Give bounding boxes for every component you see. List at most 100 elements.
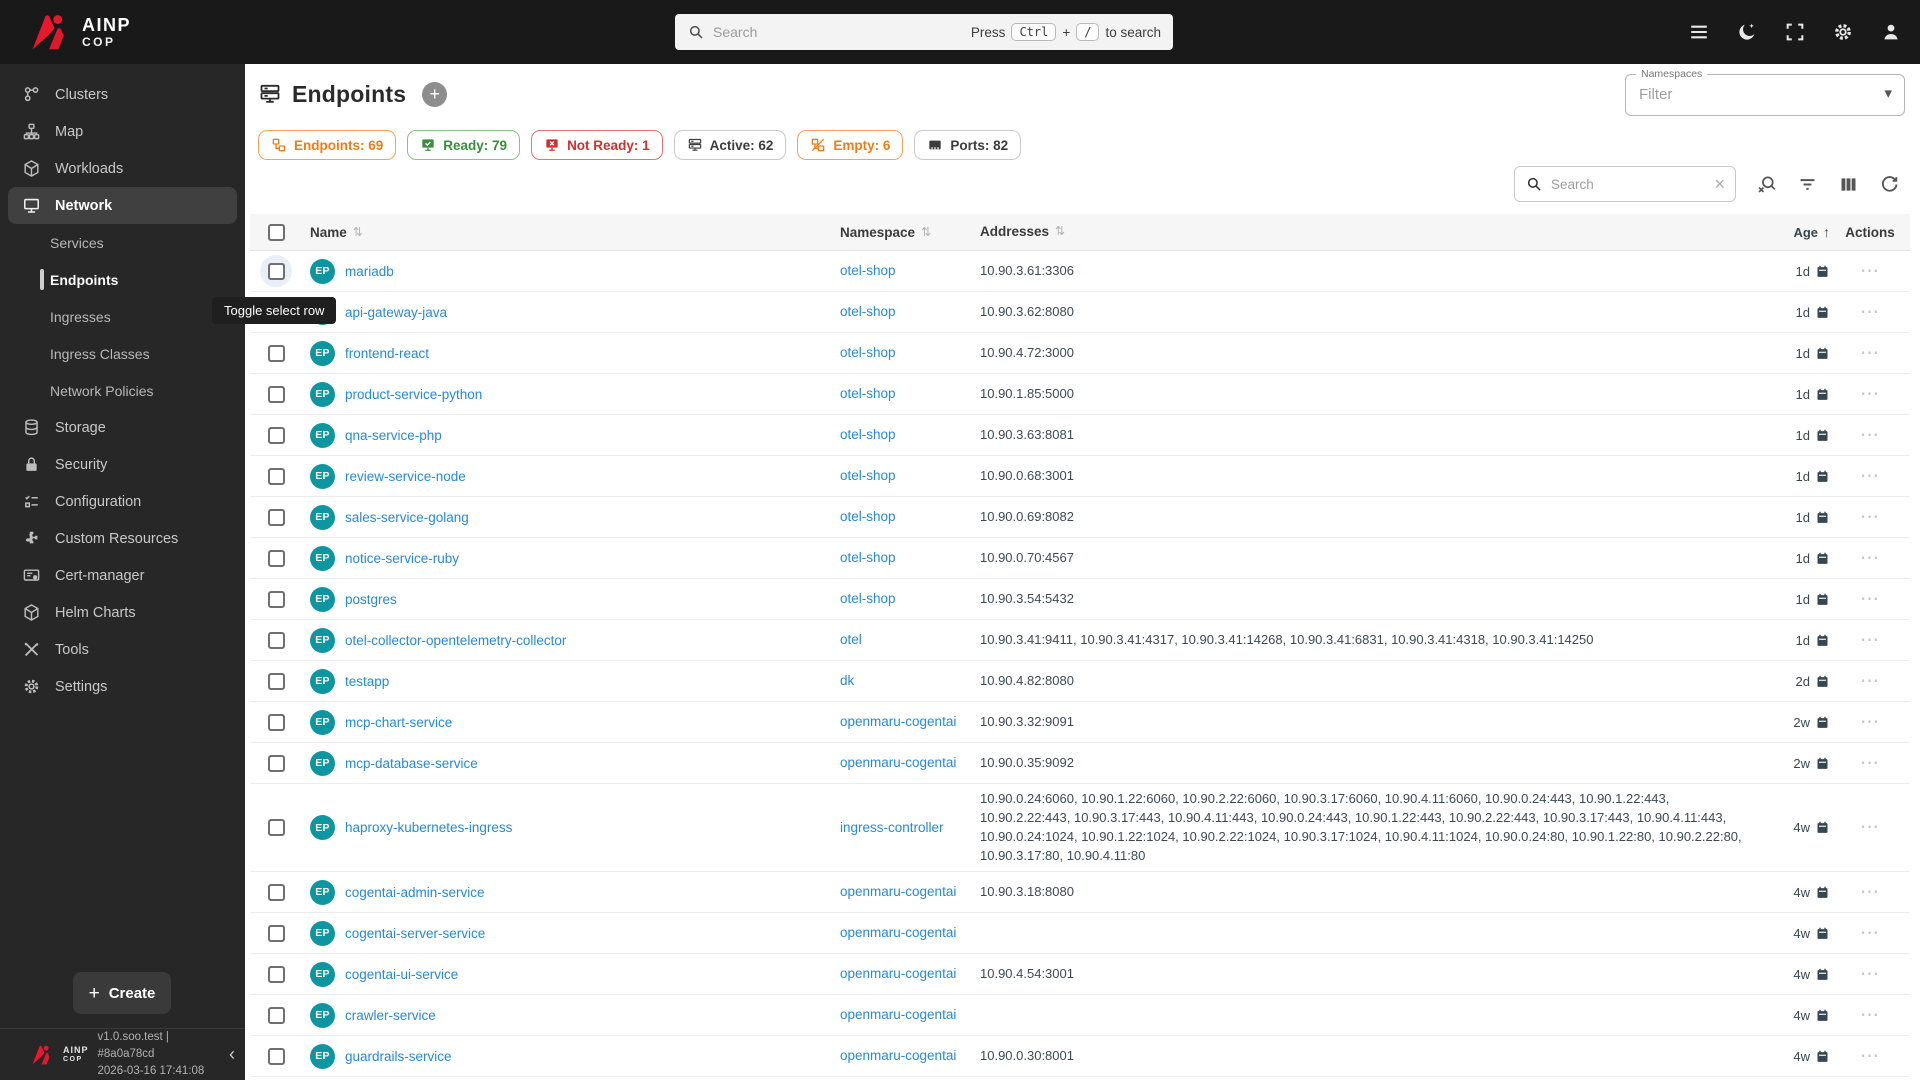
- namespace-link[interactable]: otel-shop: [840, 591, 896, 606]
- endpoint-name-link[interactable]: haproxy-kubernetes-ingress: [345, 820, 512, 835]
- endpoint-name-link[interactable]: crawler-service: [345, 1008, 436, 1023]
- row-checkbox[interactable]: [268, 427, 285, 444]
- row-checkbox[interactable]: [268, 1007, 285, 1024]
- row-checkbox[interactable]: [268, 966, 285, 983]
- namespace-link[interactable]: openmaru-cogentai: [840, 966, 956, 981]
- table-row[interactable]: EP notice-service-ruby otel-shop 10.90.0…: [250, 538, 1910, 579]
- dark-mode-icon[interactable]: [1736, 21, 1758, 43]
- table-row[interactable]: EP sales-service-golang otel-shop 10.90.…: [250, 497, 1910, 538]
- settings-gear-icon[interactable]: [1832, 21, 1854, 43]
- row-checkbox[interactable]: [268, 509, 285, 526]
- row-actions-menu-icon[interactable]: ⋯: [1860, 508, 1880, 527]
- endpoint-name-link[interactable]: testapp: [345, 674, 389, 689]
- endpoint-name-link[interactable]: otel-collector-opentelemetry-collector: [345, 633, 566, 648]
- row-checkbox[interactable]: [268, 755, 285, 772]
- table-search[interactable]: ×: [1514, 166, 1736, 202]
- namespaces-filter-select[interactable]: Namespaces Filter ▾: [1625, 74, 1905, 116]
- sidebar-item-tools[interactable]: Tools: [0, 631, 245, 668]
- row-checkbox[interactable]: [268, 386, 285, 403]
- row-actions-menu-icon[interactable]: ⋯: [1860, 590, 1880, 609]
- column-header-age[interactable]: Age↑: [1764, 224, 1830, 240]
- row-actions-menu-icon[interactable]: ⋯: [1860, 344, 1880, 363]
- row-actions-menu-icon[interactable]: ⋯: [1860, 818, 1880, 837]
- sidebar-item-workloads[interactable]: Workloads: [0, 150, 245, 187]
- row-checkbox[interactable]: [268, 925, 285, 942]
- namespace-link[interactable]: dk: [840, 673, 854, 688]
- row-checkbox[interactable]: [268, 714, 285, 731]
- table-row[interactable]: EP qna-service-php otel-shop 10.90.3.63:…: [250, 415, 1910, 456]
- namespace-link[interactable]: openmaru-cogentai: [840, 755, 956, 770]
- table-row[interactable]: EP review-service-node otel-shop 10.90.0…: [250, 456, 1910, 497]
- table-row[interactable]: EP haproxy-kubernetes-ingress ingress-co…: [250, 784, 1910, 872]
- advanced-search-icon[interactable]: [1756, 174, 1777, 195]
- row-checkbox[interactable]: [268, 550, 285, 567]
- table-row[interactable]: EP cogentai-server-service openmaru-coge…: [250, 913, 1910, 954]
- columns-icon[interactable]: [1838, 174, 1859, 195]
- row-checkbox[interactable]: [268, 263, 285, 280]
- sidebar-item-storage[interactable]: Storage: [0, 409, 245, 446]
- column-header-addresses[interactable]: Addresses⇅: [964, 222, 1764, 242]
- sidebar-item-configuration[interactable]: Configuration: [0, 483, 245, 520]
- global-search[interactable]: Press Ctrl + / to search: [675, 14, 1173, 50]
- endpoint-name-link[interactable]: mcp-database-service: [345, 756, 478, 771]
- sort-ascending-icon[interactable]: ↑: [1823, 224, 1830, 240]
- column-header-namespace[interactable]: Namespace⇅: [824, 225, 964, 240]
- namespace-link[interactable]: otel-shop: [840, 427, 896, 442]
- row-actions-menu-icon[interactable]: ⋯: [1860, 426, 1880, 445]
- namespace-link[interactable]: otel-shop: [840, 345, 896, 360]
- row-checkbox[interactable]: [268, 884, 285, 901]
- user-avatar-icon[interactable]: [1880, 21, 1902, 43]
- table-row[interactable]: EP frontend-react otel-shop 10.90.4.72:3…: [250, 333, 1910, 374]
- select-all-checkbox[interactable]: [268, 224, 285, 241]
- row-actions-menu-icon[interactable]: ⋯: [1860, 1006, 1880, 1025]
- table-row[interactable]: EP mcp-chart-service openmaru-cogentai 1…: [250, 702, 1910, 743]
- table-row[interactable]: EP postgres otel-shop 10.90.3.54:5432 1d…: [250, 579, 1910, 620]
- global-search-input[interactable]: [713, 24, 963, 40]
- sidebar-item-network-policies[interactable]: Network Policies: [0, 372, 245, 409]
- row-actions-menu-icon[interactable]: ⋯: [1860, 303, 1880, 322]
- endpoint-name-link[interactable]: review-service-node: [345, 469, 466, 484]
- sort-icon[interactable]: ⇅: [1055, 223, 1065, 240]
- endpoint-name-link[interactable]: mcp-chart-service: [345, 715, 452, 730]
- namespace-link[interactable]: otel-shop: [840, 550, 896, 565]
- sort-icon[interactable]: ⇅: [921, 225, 931, 239]
- row-actions-menu-icon[interactable]: ⋯: [1860, 262, 1880, 281]
- namespace-link[interactable]: openmaru-cogentai: [840, 1048, 956, 1063]
- row-actions-menu-icon[interactable]: ⋯: [1860, 924, 1880, 943]
- namespace-link[interactable]: otel-shop: [840, 386, 896, 401]
- row-checkbox[interactable]: [268, 591, 285, 608]
- endpoint-name-link[interactable]: cogentai-server-service: [345, 926, 485, 941]
- sort-icon[interactable]: ⇅: [353, 225, 363, 239]
- table-row[interactable]: EP cogentai-ui-service openmaru-cogentai…: [250, 954, 1910, 995]
- clear-search-icon[interactable]: ×: [1714, 175, 1725, 193]
- row-actions-menu-icon[interactable]: ⋯: [1860, 549, 1880, 568]
- row-actions-menu-icon[interactable]: ⋯: [1860, 385, 1880, 404]
- row-actions-menu-icon[interactable]: ⋯: [1860, 631, 1880, 650]
- refresh-icon[interactable]: [1879, 174, 1900, 195]
- table-row[interactable]: EP mcp-database-service openmaru-cogenta…: [250, 743, 1910, 784]
- endpoint-name-link[interactable]: qna-service-php: [345, 428, 442, 443]
- row-actions-menu-icon[interactable]: ⋯: [1860, 754, 1880, 773]
- create-button[interactable]: + Create: [73, 972, 171, 1014]
- endpoint-name-link[interactable]: mariadb: [345, 264, 394, 279]
- namespace-link[interactable]: openmaru-cogentai: [840, 714, 956, 729]
- sidebar-item-ingresses[interactable]: Ingresses: [0, 298, 245, 335]
- table-row[interactable]: EP otel-collector-opentelemetry-collecto…: [250, 620, 1910, 661]
- namespace-link[interactable]: openmaru-cogentai: [840, 1007, 956, 1022]
- endpoint-name-link[interactable]: api-gateway-java: [345, 305, 447, 320]
- row-actions-menu-icon[interactable]: ⋯: [1860, 1047, 1880, 1066]
- row-actions-menu-icon[interactable]: ⋯: [1860, 883, 1880, 902]
- row-checkbox[interactable]: [268, 1048, 285, 1065]
- row-actions-menu-icon[interactable]: ⋯: [1860, 467, 1880, 486]
- table-row[interactable]: EP product-service-python otel-shop 10.9…: [250, 374, 1910, 415]
- endpoint-name-link[interactable]: product-service-python: [345, 387, 482, 402]
- namespace-link[interactable]: ingress-controller: [840, 820, 944, 835]
- sidebar-item-settings[interactable]: Settings: [0, 668, 245, 705]
- endpoint-name-link[interactable]: notice-service-ruby: [345, 551, 459, 566]
- sidebar-item-custom-resources[interactable]: Custom Resources: [0, 520, 245, 557]
- table-row[interactable]: EP cogentai-admin-service openmaru-cogen…: [250, 872, 1910, 913]
- namespace-link[interactable]: otel-shop: [840, 263, 896, 278]
- endpoint-name-link[interactable]: guardrails-service: [345, 1049, 452, 1064]
- row-actions-menu-icon[interactable]: ⋯: [1860, 713, 1880, 732]
- row-actions-menu-icon[interactable]: ⋯: [1860, 672, 1880, 691]
